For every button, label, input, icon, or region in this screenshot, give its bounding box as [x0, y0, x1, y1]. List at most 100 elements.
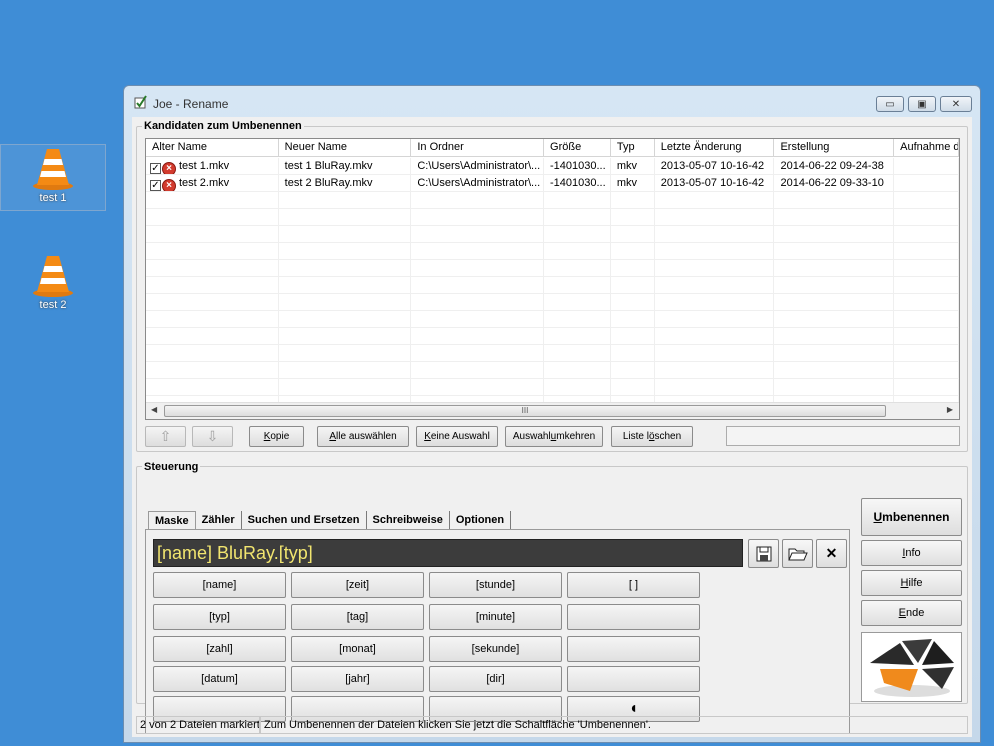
column-header-created[interactable]: Erstellung — [774, 139, 895, 157]
token-button[interactable]: [zahl] — [153, 636, 286, 662]
folder-cell: C:\Users\Administrator\... — [411, 158, 545, 174]
empty-row — [146, 345, 959, 362]
vlc-cone-icon — [33, 149, 73, 190]
file-list-rows: ✓ × test 1.mkv test 1 BluRay.mkv C:\Users\… — [146, 158, 959, 413]
clear-list-button[interactable]: Liste l ö schen — [611, 426, 693, 447]
recorded-cell — [894, 158, 959, 174]
help-button[interactable]: Hilfe — [861, 570, 962, 596]
created-cell: 2014-06-22 09-33-10 — [774, 175, 895, 191]
scroll-left-arrow-icon[interactable]: ◀ — [151, 405, 157, 414]
vlc-cone-icon — [33, 256, 73, 297]
empty-row — [146, 277, 959, 294]
desktop-icon-label: test 2 — [39, 299, 67, 311]
token-button[interactable]: [zeit] — [291, 572, 424, 598]
invert-selection-button[interactable]: Auswahl u mkehren — [505, 426, 603, 447]
old-name-cell: test 1.mkv — [179, 160, 230, 172]
new-name-cell: test 2 BluRay.mkv — [279, 175, 412, 191]
title-bar[interactable]: Joe - Rename ▭ ▣ ✕ — [124, 86, 980, 116]
select-none-button[interactable]: Keine Auswahl — [416, 426, 498, 447]
table-row[interactable]: ✓ × test 2.mkv test 2 BluRay.mkv C:\Users\… — [146, 175, 959, 192]
move-down-button[interactable]: ⇩ — [192, 426, 233, 447]
old-name-cell: test 2.mkv — [179, 177, 230, 189]
token-button[interactable]: [typ] — [153, 604, 286, 630]
app-logo — [861, 632, 962, 702]
tab-schreibweise[interactable]: Schreibweise — [367, 511, 450, 531]
control-group-title: Steuerung — [142, 461, 201, 473]
created-cell: 2014-06-22 09-24-38 — [774, 158, 895, 174]
scroll-right-arrow-icon[interactable]: ▶ — [947, 405, 953, 414]
rename-button[interactable]: Umbenennen — [861, 498, 962, 536]
empty-row — [146, 209, 959, 226]
maximize-button[interactable]: ▣ — [908, 96, 936, 112]
column-header-modified[interactable]: Letzte Änderung — [655, 139, 775, 157]
status-marked-count: 2 von 2 Dateien markiert — [136, 717, 260, 734]
desktop-icon-label: test 1 — [39, 192, 67, 204]
window-title: Joe - Rename — [153, 97, 229, 111]
token-button[interactable]: [jahr] — [291, 666, 424, 692]
window-client: Kandidaten zum Umbenennen Alter Name Neu… — [132, 117, 972, 737]
empty-row — [146, 379, 959, 396]
mask-tab-panel: [name] BluRay.[typ] ✕ [name] [zeit] [stund… — [145, 529, 850, 734]
open-mask-button[interactable] — [782, 539, 813, 568]
horizontal-scrollbar[interactable]: ◀ III ▶ — [146, 402, 959, 419]
desktop-icon-test-1[interactable]: test 1 — [0, 144, 106, 211]
modified-cell: 2013-05-07 10-16-42 — [655, 175, 775, 191]
minimize-button[interactable]: ▭ — [876, 96, 904, 112]
move-up-button[interactable]: ⇧ — [145, 426, 186, 447]
row-checkbox[interactable]: ✓ — [150, 163, 161, 174]
token-button[interactable]: [minute] — [429, 604, 562, 630]
file-list-header: Alter Name Neuer Name In Ordner Größe Ty… — [146, 139, 959, 157]
progress-field — [726, 426, 960, 446]
select-all-button[interactable]: Alle auswählen — [317, 426, 409, 447]
column-header-new-name[interactable]: Neuer Name — [279, 139, 412, 157]
empty-row — [146, 294, 959, 311]
copy-button[interactable]: Kopie — [249, 426, 304, 447]
file-list[interactable]: Alter Name Neuer Name In Ordner Größe Ty… — [145, 138, 960, 420]
end-button[interactable]: Ende — [861, 600, 962, 626]
open-folder-icon — [787, 548, 808, 560]
column-header-folder[interactable]: In Ordner — [411, 139, 545, 157]
type-cell: mkv — [611, 158, 655, 174]
empty-row — [146, 192, 959, 209]
token-button[interactable]: [tag] — [291, 604, 424, 630]
mask-input[interactable]: [name] BluRay.[typ] — [153, 539, 743, 567]
column-header-old-name[interactable]: Alter Name — [146, 139, 279, 157]
save-mask-button[interactable] — [748, 539, 779, 568]
info-button[interactable]: Info — [861, 540, 962, 566]
token-button[interactable] — [567, 636, 700, 662]
modified-cell: 2013-05-07 10-16-42 — [655, 158, 775, 174]
token-button[interactable]: [sekunde] — [429, 636, 562, 662]
empty-row — [146, 260, 959, 277]
column-header-type[interactable]: Typ — [611, 139, 655, 157]
table-row[interactable]: ✓ × test 1.mkv test 1 BluRay.mkv C:\Users\… — [146, 158, 959, 175]
token-button[interactable]: [dir] — [429, 666, 562, 692]
token-button[interactable] — [567, 604, 700, 630]
joe-logo-icon — [870, 639, 954, 697]
scroll-thumb[interactable]: III — [164, 405, 886, 417]
control-tabs: Maske Zähler Suchen und Ersetzen Schreib… — [148, 511, 512, 531]
empty-row — [146, 243, 959, 260]
recorded-cell — [894, 175, 959, 191]
column-header-size[interactable]: Größe — [544, 139, 611, 157]
token-button[interactable] — [567, 666, 700, 692]
tab-suchen-ersetzen[interactable]: Suchen und Ersetzen — [242, 511, 367, 531]
desktop-icon-test-2[interactable]: test 2 — [0, 252, 106, 319]
tab-zaehler[interactable]: Zähler — [196, 511, 242, 531]
token-button[interactable]: [ ] — [567, 572, 700, 598]
clear-mask-button[interactable]: ✕ — [816, 539, 847, 568]
tab-maske[interactable]: Maske — [148, 511, 196, 531]
empty-row — [146, 328, 959, 345]
token-button[interactable]: [stunde] — [429, 572, 562, 598]
row-checkbox[interactable]: ✓ — [150, 180, 161, 191]
token-button[interactable]: [monat] — [291, 636, 424, 662]
candidates-group-title: Kandidaten zum Umbenennen — [142, 120, 304, 132]
folder-cell: C:\Users\Administrator\... — [411, 175, 545, 191]
close-button[interactable]: ✕ — [940, 96, 972, 112]
token-button[interactable]: [datum] — [153, 666, 286, 692]
column-header-recorded[interactable]: Aufnahme d — [894, 139, 959, 157]
type-cell: mkv — [611, 175, 655, 191]
tab-optionen[interactable]: Optionen — [450, 511, 512, 531]
error-icon: × — [162, 162, 176, 174]
floppy-disk-icon — [756, 546, 771, 561]
token-button[interactable]: [name] — [153, 572, 286, 598]
